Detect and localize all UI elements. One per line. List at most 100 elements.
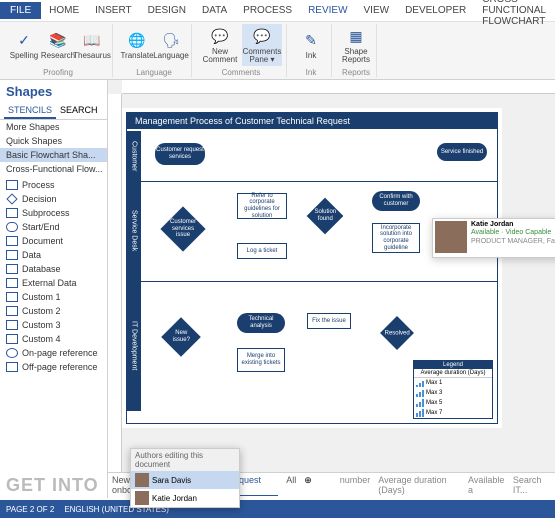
custom-icon	[6, 320, 18, 330]
legend-title: Legend	[414, 361, 492, 369]
language-button[interactable]: 🗣Language	[155, 24, 187, 66]
lane-customer: Customer	[127, 131, 141, 181]
tab-review[interactable]: REVIEW	[300, 2, 355, 19]
shape-offpageref[interactable]: Off-page reference	[0, 360, 107, 374]
ribbon: ✓Spelling 📚Research 📖Thesaurus Proofing …	[0, 22, 555, 80]
authors-title: Authors editing this document	[131, 449, 239, 471]
menu-bar: FILE HOME INSERT DESIGN DATA PROCESS REV…	[0, 0, 555, 22]
shape-document[interactable]: Document	[0, 234, 107, 248]
tab-home[interactable]: HOME	[41, 2, 87, 19]
comments-pane-icon: 💬	[252, 27, 272, 47]
stencil-item[interactable]: Basic Flowchart Sha...	[0, 148, 107, 162]
shape-custom4[interactable]: Custom 4	[0, 332, 107, 346]
lane-divider	[141, 181, 497, 182]
ribbon-group-ink: ✎Ink Ink	[291, 24, 332, 77]
tab-crossfunctional[interactable]: CROSS-FUNCTIONAL FLOWCHART	[474, 0, 555, 30]
node-decision[interactable]: Customer services issue	[160, 206, 205, 251]
new-comment-icon: 💬	[210, 27, 230, 47]
node-end[interactable]: Service finished	[437, 143, 487, 161]
presence-info: Katie Jordan Available · Video Capable P…	[471, 221, 555, 255]
shape-process[interactable]: Process	[0, 178, 107, 192]
diagram-title: Management Process of Customer Technical…	[127, 113, 497, 129]
node-decision[interactable]: New issue?	[161, 317, 201, 357]
tab-insert[interactable]: INSERT	[87, 2, 140, 19]
translate-icon: 🌐	[127, 31, 147, 51]
tab-data[interactable]: DATA	[194, 2, 235, 19]
comments-pane-button[interactable]: 💬Comments Pane ▾	[242, 24, 282, 66]
stencil-list: More Shapes Quick Shapes Basic Flowchart…	[0, 120, 107, 176]
node-process[interactable]: Refer to corporate guidelines for soluti…	[237, 193, 287, 219]
language-icon: 🗣	[161, 31, 181, 51]
node-process[interactable]: Log a ticket	[237, 243, 287, 259]
node-process[interactable]: Incorporate solution into corporate guid…	[372, 223, 420, 253]
avatar	[135, 473, 149, 487]
shape-onpageref[interactable]: On-page reference	[0, 346, 107, 360]
search-text[interactable]: Search IT...	[513, 475, 551, 495]
tab-developer[interactable]: DEVELOPER	[397, 2, 474, 19]
tab-design[interactable]: DESIGN	[140, 2, 194, 19]
new-comment-button[interactable]: 💬New Comment	[200, 24, 240, 66]
canvas-area[interactable]: Management Process of Customer Technical…	[108, 80, 555, 498]
lane-servicedesk: Service Desk	[127, 181, 141, 281]
shape-list: Process Decision Subprocess Start/End Do…	[0, 176, 107, 376]
shape-decision[interactable]: Decision	[0, 192, 107, 206]
presence-status: Available · Video Capable	[471, 229, 555, 237]
tab-view[interactable]: VIEW	[356, 2, 398, 19]
ribbon-group-comments: 💬New Comment 💬Comments Pane ▾ Comments	[196, 24, 287, 77]
tab-process[interactable]: PROCESS	[235, 2, 300, 19]
author-item[interactable]: Sara Davis	[131, 471, 239, 489]
shape-subprocess[interactable]: Subprocess	[0, 206, 107, 220]
group-label: Language	[136, 68, 172, 77]
ruler-vertical	[108, 94, 122, 498]
data-icon	[6, 250, 18, 260]
thesaurus-button[interactable]: 📖Thesaurus	[76, 24, 108, 66]
node-process[interactable]: Technical analysis	[237, 313, 285, 333]
page-indicator[interactable]: PAGE 2 OF 2	[6, 505, 54, 514]
author-item[interactable]: Katie Jordan	[131, 489, 239, 507]
shape-database[interactable]: Database	[0, 262, 107, 276]
node-process[interactable]: Confirm with customer	[372, 191, 420, 211]
decision-icon	[6, 193, 17, 204]
shape-reports-button[interactable]: ▦Shape Reports	[340, 24, 372, 66]
database-icon	[6, 264, 18, 274]
externaldata-icon	[6, 278, 18, 288]
lane-itdev: IT Development	[127, 281, 141, 411]
node-decision[interactable]: Resolved	[380, 316, 414, 350]
legend-row: Max 1	[414, 378, 492, 388]
shape-data[interactable]: Data	[0, 248, 107, 262]
node-decision[interactable]: Solution found	[307, 198, 344, 235]
translate-button[interactable]: 🌐Translate	[121, 24, 153, 66]
group-label: Reports	[342, 68, 370, 77]
research-button[interactable]: 📚Research	[42, 24, 74, 66]
ink-icon: ✎	[301, 31, 321, 51]
shapes-panel: Shapes STENCILS SEARCH More Shapes Quick…	[0, 80, 108, 498]
stencil-item[interactable]: Cross-Functional Flow...	[0, 162, 107, 176]
stencils-tab[interactable]: STENCILS	[4, 103, 56, 119]
shape-startend[interactable]: Start/End	[0, 220, 107, 234]
ruler-horizontal	[122, 80, 555, 94]
shape-externaldata[interactable]: External Data	[0, 276, 107, 290]
shapes-title: Shapes	[0, 80, 107, 103]
node-process[interactable]: Merge into existing tickets	[237, 348, 285, 372]
shape-custom3[interactable]: Custom 3	[0, 318, 107, 332]
flowchart-diagram[interactable]: Management Process of Customer Technical…	[126, 112, 498, 424]
file-tab[interactable]: FILE	[0, 2, 41, 19]
shape-custom2[interactable]: Custom 2	[0, 304, 107, 318]
shape-custom1[interactable]: Custom 1	[0, 290, 107, 304]
stencil-item[interactable]: Quick Shapes	[0, 134, 107, 148]
ink-button[interactable]: ✎Ink	[295, 24, 327, 66]
node-start[interactable]: Customer request services	[155, 143, 205, 165]
research-icon: 📚	[48, 31, 68, 51]
group-label: Ink	[306, 68, 317, 77]
spelling-button[interactable]: ✓Spelling	[8, 24, 40, 66]
status-bar: PAGE 2 OF 2 ENGLISH (UNITED STATES)	[0, 500, 555, 518]
ribbon-group-proofing: ✓Spelling 📚Research 📖Thesaurus Proofing	[4, 24, 113, 77]
lane-divider	[141, 281, 497, 282]
search-tab[interactable]: SEARCH	[56, 103, 102, 119]
add-sheet-button[interactable]: ⊕	[304, 475, 312, 486]
stencil-item[interactable]: More Shapes	[0, 120, 107, 134]
sheet-tab-all[interactable]: All	[286, 475, 296, 485]
presence-card[interactable]: Katie Jordan Available · Video Capable P…	[432, 218, 555, 258]
drawing-canvas[interactable]: Management Process of Customer Technical…	[122, 108, 502, 428]
node-process[interactable]: Fix the issue	[307, 313, 351, 329]
